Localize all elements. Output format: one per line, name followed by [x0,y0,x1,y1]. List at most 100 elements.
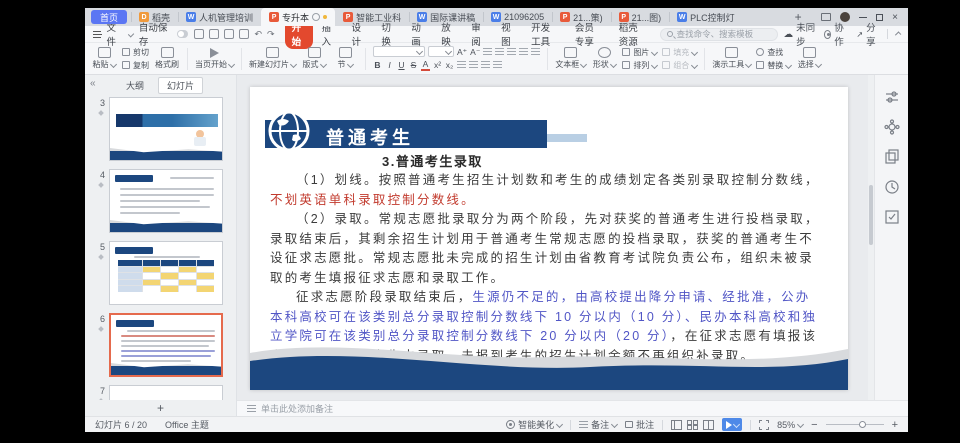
slide-body-line: 本科高校可在该类别总分录取控制分数线下 10 分以内（10 分）、民办本科高校和… [270,308,836,328]
vertical-scrollbar[interactable] [868,75,874,400]
group-button[interactable]: 组合 [662,60,697,71]
slide-thumbnail-4[interactable] [109,169,223,233]
add-slide-button[interactable]: + [85,400,237,416]
document-tab-专升本[interactable]: P专升本 [261,8,335,26]
reading-view-icon[interactable] [703,420,714,430]
font-style-icon-S[interactable]: S [409,60,418,70]
font-style-icon-B[interactable]: B [373,60,382,70]
slide-thumbnail-7[interactable]: 02 [109,385,223,400]
search-placeholder: 查找命令、搜索模板 [677,28,754,40]
font-style-icon-U[interactable]: U [397,60,406,70]
section-button[interactable]: 节 [332,44,358,74]
paste-button[interactable]: 粘贴 [91,44,117,74]
replace-button[interactable]: 替换 [756,60,791,71]
font-style-icon-I[interactable]: I [385,60,394,70]
zoom-out-button[interactable]: − [811,420,817,430]
align-center-icon[interactable] [469,61,478,69]
slide-thumbnail-5[interactable] [109,241,223,305]
smart-beautify-icon[interactable] [884,119,900,135]
play-from-current-button[interactable]: 当页开始 [195,44,234,74]
new-slide-button[interactable]: 新建幻灯片 [249,44,296,74]
arrange-button[interactable]: 排列 [622,60,657,71]
print-icon[interactable] [224,29,234,39]
slide-6[interactable]: 普通考生 3.普通考生录取 （1）划线。按照普通考生招生计划数和考生的成绩划定各… [250,87,848,390]
slide-thumbnail-3[interactable] [109,97,223,161]
align-left-icon[interactable] [457,61,466,69]
share-button[interactable]: ↗ 分享 [856,20,879,48]
layers-icon[interactable] [884,149,900,165]
font-family-select[interactable] [373,46,425,57]
shape-button[interactable]: 形状 [591,44,617,74]
minimize-icon[interactable] [859,17,867,18]
find-button[interactable]: 查找 [756,47,791,58]
format-painter-button[interactable]: 格式刷 [154,44,180,74]
fill-button[interactable]: 填充 [662,47,697,58]
comment-toggle-button[interactable]: 批注 [625,418,654,431]
properties-icon[interactable] [884,89,900,105]
preview-icon[interactable] [239,29,249,39]
increase-font-icon[interactable]: A⁺ [457,47,467,57]
justify-icon[interactable] [493,61,502,69]
hamburger-menu-icon[interactable] [93,31,101,38]
output-icon[interactable] [209,29,219,39]
collapse-panel-icon[interactable]: « [90,78,96,89]
font-style-icon-x₂[interactable]: x₂ [445,60,454,70]
zoom-level[interactable]: 85% [777,420,803,430]
redo-icon[interactable]: ↷ [267,29,275,40]
textbox-button[interactable]: 文本框 [555,44,586,74]
align-right-icon[interactable] [481,61,490,69]
zoom-in-button[interactable]: + [892,420,898,430]
new-document-tab-button[interactable]: + [785,8,811,26]
scrollbar-thumb[interactable] [869,185,873,245]
normal-view-icon[interactable] [671,420,682,430]
bullet-list-icon[interactable] [483,48,492,56]
document-tab-21...策)[interactable]: P21...策) [552,8,611,26]
command-search-input[interactable]: 查找命令、搜索模板 [660,28,778,41]
document-tab-label: 21096205 [504,12,544,22]
document-tab-首页[interactable]: 首页 [91,10,127,24]
select-button[interactable]: 选择 [796,44,822,74]
document-tab-国际课讲稿[interactable]: W国际课讲稿 [409,8,483,26]
copy-button[interactable]: 复制 [122,60,149,71]
todo-icon[interactable] [884,209,900,225]
slideshow-play-button[interactable] [722,418,742,431]
zoom-slider-thumb[interactable] [859,421,866,428]
document-tab-稻壳[interactable]: D稻壳 [131,8,178,26]
collaborate-button[interactable]: 协作 [824,20,848,48]
decrease-font-icon[interactable]: A⁻ [470,47,480,57]
document-tab-人机管理培训[interactable]: W人机管理培训 [178,8,261,26]
undo-icon[interactable]: ↶ [254,29,262,40]
note-toggle-button[interactable]: 备注 [579,418,617,431]
view-switcher [671,420,714,430]
present-tools-button[interactable]: 演示工具 [712,44,751,74]
font-style-icon-A[interactable]: A [421,59,430,71]
tab-outline[interactable]: 大纲 [118,78,152,93]
save-icon[interactable] [194,29,204,39]
history-icon[interactable] [884,179,900,195]
slide-sorter-view-icon[interactable] [687,420,698,430]
zoom-slider[interactable] [826,424,884,425]
document-tab-21096205[interactable]: W21096205 [483,8,552,26]
notes-bar[interactable]: 单击此处添加备注 [237,400,908,416]
tab-slides[interactable]: 幻灯片 [158,77,203,94]
line-spacing-icon[interactable] [531,48,540,56]
numbered-list-icon[interactable] [495,48,504,56]
slide-body-segment: 取的考生填报征求志愿和录取工作。 [270,271,505,285]
smart-beautify-button[interactable]: 智能美化 [506,418,562,431]
autosave-toggle[interactable] [177,30,189,38]
document-tab-PLC控制灯[interactable]: WPLC控制灯 [669,8,743,26]
indent-decrease-icon[interactable] [507,48,516,56]
document-tab-21...图)[interactable]: P21...图) [611,8,670,26]
slide-thumbnail-6[interactable] [109,313,223,377]
layout-button[interactable]: 版式 [301,44,327,74]
cut-button[interactable]: 剪切 [122,47,149,58]
picture-button[interactable]: 图片 [622,47,657,58]
indent-increase-icon[interactable] [519,48,528,56]
collapse-ribbon-icon[interactable] [895,31,901,37]
fit-window-icon[interactable] [759,420,769,430]
font-style-icon-x²[interactable]: x² [433,60,442,70]
slide-body-segment: 生源仍不足的，由高校提出降分申请、经批准，公办 [472,290,810,304]
font-size-select[interactable] [428,46,454,57]
document-tab-智能工业科[interactable]: P智能工业科 [335,8,409,26]
theme-name[interactable]: Office 主题 [165,418,209,431]
